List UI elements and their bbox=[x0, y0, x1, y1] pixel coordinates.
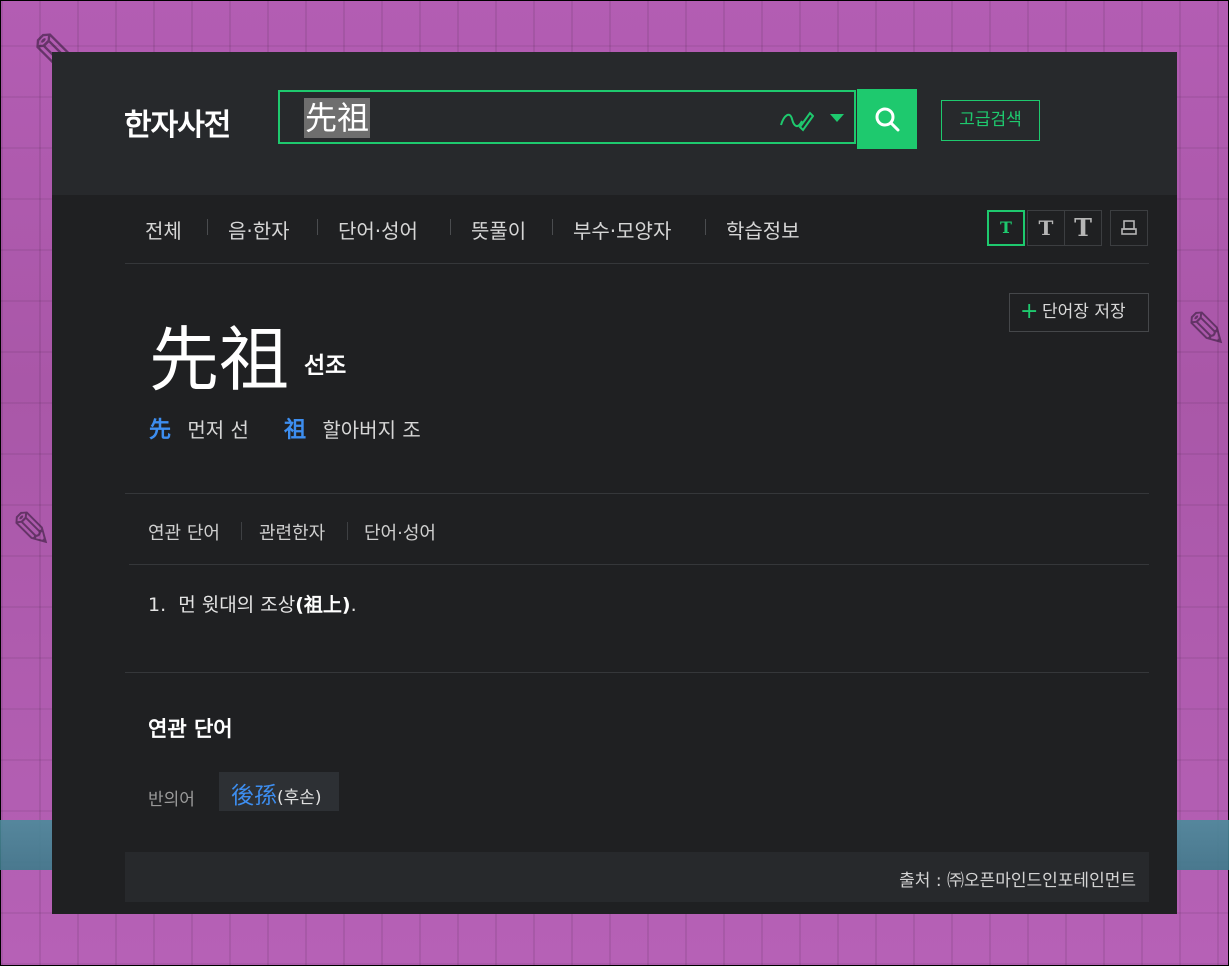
font-size-medium-button[interactable]: T bbox=[1027, 210, 1065, 246]
char-item: 先 먼저 선 bbox=[149, 412, 249, 444]
site-logo[interactable]: 한자사전 bbox=[124, 100, 231, 144]
antonym-reading: (후손) bbox=[277, 788, 322, 808]
definition: 1. 먼 윗대의 조상(祖上). bbox=[148, 590, 357, 617]
nav-separator bbox=[450, 219, 451, 235]
save-label: 단어장 저장 bbox=[1042, 302, 1126, 322]
nav-item-sound-hanja[interactable]: 음·한자 bbox=[228, 215, 290, 244]
char-item: 祖 할아버지 조 bbox=[284, 412, 421, 444]
header: 한자사전 先祖 고급검색 bbox=[52, 52, 1177, 195]
nav-separator bbox=[207, 219, 208, 235]
bg-handwriting: ✎ bbox=[11, 501, 53, 559]
search-input[interactable]: 先祖 bbox=[304, 98, 371, 138]
antonym-label: 반의어 bbox=[148, 790, 195, 810]
tab-separator bbox=[241, 522, 242, 540]
entry-reading: 선조 bbox=[304, 353, 347, 379]
definition-number: 1. bbox=[148, 594, 167, 616]
tab-separator bbox=[347, 522, 348, 540]
divider bbox=[129, 564, 1149, 565]
nav-separator bbox=[317, 219, 318, 235]
advanced-search-button[interactable]: 고급검색 bbox=[941, 100, 1040, 141]
search-box: 先祖 bbox=[278, 90, 856, 144]
nav-item-study-info[interactable]: 학습정보 bbox=[726, 215, 800, 244]
divider bbox=[125, 493, 1149, 494]
chevron-down-icon[interactable] bbox=[830, 114, 844, 122]
definition-text: 먼 윗대의 조상 bbox=[178, 594, 296, 616]
divider bbox=[125, 672, 1149, 673]
nav-separator bbox=[552, 219, 553, 235]
search-button[interactable] bbox=[857, 89, 917, 149]
source-footer: 출처 : ㈜오픈마인드인포테인먼트 bbox=[125, 852, 1149, 902]
save-to-wordbook-button[interactable]: + 단어장 저장 bbox=[1009, 293, 1149, 332]
nav-separator bbox=[705, 219, 706, 235]
char-meaning: 할아버지 조 bbox=[322, 418, 421, 442]
char-hanja-link[interactable]: 祖 bbox=[284, 418, 306, 443]
handwriting-pen-icon[interactable] bbox=[778, 105, 814, 133]
tab-word-idiom[interactable]: 단어·성어 bbox=[364, 519, 436, 545]
print-button[interactable] bbox=[1110, 210, 1148, 246]
source-text: 출처 : ㈜오픈마인드인포테인먼트 bbox=[899, 871, 1136, 891]
entry-hanja: 先祖 bbox=[149, 319, 289, 401]
nav-item-word-idiom[interactable]: 단어·성어 bbox=[338, 215, 418, 244]
nav-item-all[interactable]: 전체 bbox=[145, 215, 182, 244]
related-words-title: 연관 단어 bbox=[148, 717, 233, 741]
nav-item-radical-shape[interactable]: 부수·모양자 bbox=[573, 215, 671, 244]
tab-related-words[interactable]: 연관 단어 bbox=[148, 519, 220, 545]
font-size-large-button[interactable]: T bbox=[1064, 210, 1102, 246]
antonym-chip[interactable]: 後孫 (후손) bbox=[219, 772, 339, 811]
plus-icon: + bbox=[1020, 299, 1039, 324]
tab-related-hanja[interactable]: 관련한자 bbox=[259, 519, 325, 545]
bg-handwriting: ✎ bbox=[1186, 301, 1228, 359]
char-hanja-link[interactable]: 先 bbox=[149, 418, 171, 443]
dictionary-panel: 한자사전 先祖 고급검색 전체 음·한자 단어·성어 뜻풀이 부수·모양자 학습 bbox=[52, 52, 1177, 914]
definition-end: . bbox=[350, 594, 357, 616]
print-icon bbox=[1121, 220, 1137, 235]
search-icon bbox=[875, 107, 900, 132]
antonym-hanja-link[interactable]: 後孫 bbox=[231, 776, 277, 810]
char-meaning: 먼저 선 bbox=[187, 418, 249, 442]
definition-hanja: (祖上) bbox=[295, 594, 351, 616]
font-size-small-button[interactable]: T bbox=[987, 210, 1025, 246]
nav-item-meaning[interactable]: 뜻풀이 bbox=[471, 215, 526, 244]
